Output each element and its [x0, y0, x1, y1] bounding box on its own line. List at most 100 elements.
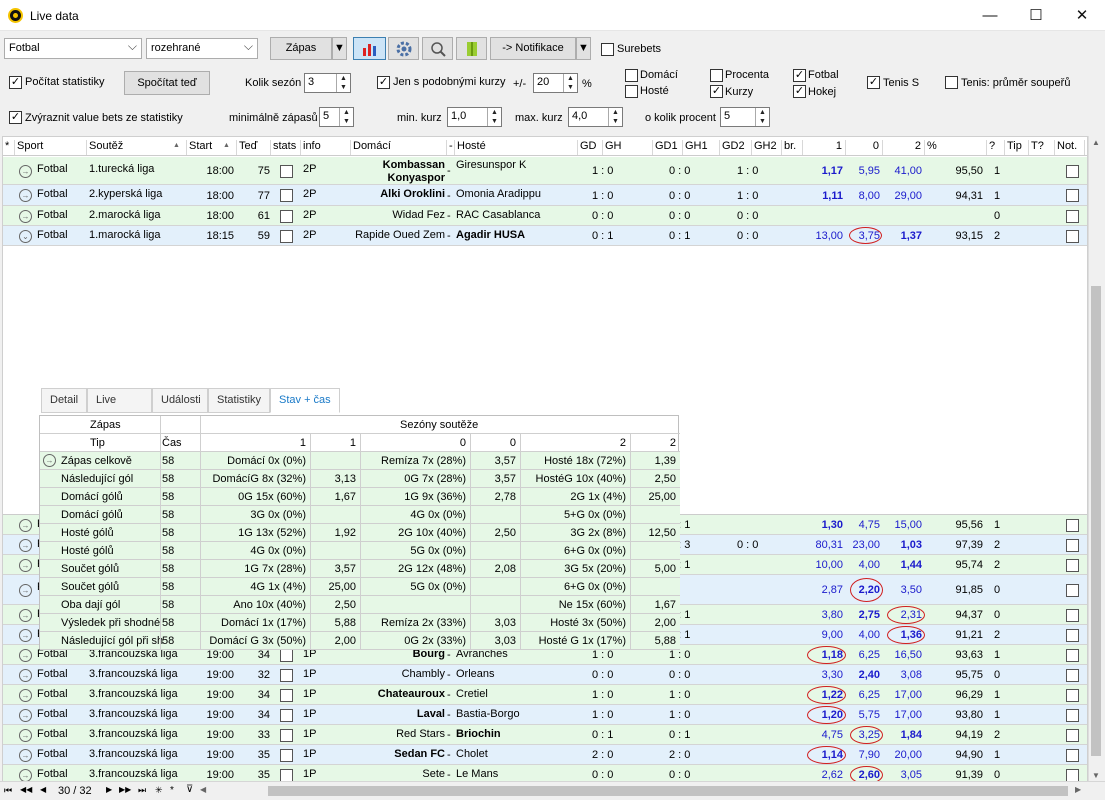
column-header-11[interactable]: GH — [603, 140, 653, 155]
column-header-24[interactable]: Not. — [1055, 140, 1085, 155]
stats-checkbox[interactable] — [280, 688, 293, 702]
spinner-icon[interactable]: ▲ ▼ — [755, 108, 769, 126]
kolik-sezon-input[interactable]: 3 ▲ ▼ — [304, 73, 351, 93]
notification-checkbox[interactable] — [1066, 558, 1079, 572]
column-header-16[interactable]: br. — [782, 140, 803, 155]
append-icon[interactable]: * — [170, 785, 174, 796]
notification-checkbox[interactable] — [1066, 209, 1079, 223]
column-header-14[interactable]: GD2 — [720, 140, 752, 155]
fotbal-checkbox[interactable]: ✓ — [793, 69, 806, 82]
zvyraznit-checkbox[interactable]: ✓ — [9, 111, 22, 124]
notification-checkbox[interactable] — [1066, 189, 1079, 202]
hscroll-left-icon[interactable]: ◀ — [200, 785, 208, 794]
scroll-thumb[interactable] — [1091, 286, 1101, 756]
horizontal-scroll-thumb[interactable] — [268, 786, 1068, 796]
stats-checkbox[interactable] — [280, 768, 293, 781]
minimize-button[interactable]: — — [967, 0, 1013, 31]
stats-checkbox[interactable] — [280, 189, 293, 202]
match-row[interactable]: → Fotbal 1.turecká liga 18:00 75 2P Kombassan … — [3, 157, 1087, 185]
notification-checkbox[interactable] — [1066, 608, 1079, 622]
first-page-icon[interactable]: ⏮ — [4, 785, 12, 796]
last-page-icon[interactable]: ⏭ — [138, 785, 146, 796]
maximize-button[interactable]: ☐ — [1013, 0, 1059, 31]
expand-row-icon[interactable]: → — [19, 164, 32, 178]
expand-row-icon[interactable]: → — [19, 708, 32, 722]
min-kurz-input[interactable]: 1,0 ▲ ▼ — [447, 107, 502, 127]
chart-icon[interactable] — [353, 37, 386, 60]
tab-live-kurzy[interactable]: Live kurzy — [87, 388, 152, 429]
column-header-2[interactable]: Soutěž — [87, 140, 187, 155]
expand-row-icon[interactable]: → — [19, 608, 32, 622]
stats-checkbox[interactable] — [280, 164, 293, 178]
match-row[interactable]: → Fotbal 2.marocká liga 18:00 61 2P Widad Fez -… — [3, 206, 1087, 226]
match-row[interactable]: → Fotbal 3.francouzská liga 19:00 33 1P Red St… — [3, 725, 1087, 745]
notification-checkbox[interactable] — [1066, 628, 1079, 642]
expand-row-icon[interactable]: → — [19, 583, 32, 597]
tenis-prumer-checkbox[interactable] — [945, 76, 958, 89]
notification-checkbox[interactable] — [1066, 518, 1079, 532]
scroll-down-icon[interactable]: ▼ — [1092, 771, 1100, 780]
column-header-5[interactable]: stats — [271, 140, 301, 155]
prev-page-icon[interactable]: ◀◀ — [20, 785, 32, 794]
match-row[interactable]: → Fotbal 2.kyperská liga 18:00 77 2P Alki Orok… — [3, 185, 1087, 206]
state-select[interactable]: rozehrané — [146, 38, 258, 59]
tab-ud-losti[interactable]: Události — [152, 388, 208, 413]
column-header-17[interactable]: 1 — [803, 140, 846, 155]
stats-checkbox[interactable] — [280, 748, 293, 762]
tab-detail[interactable]: Detail — [41, 388, 87, 413]
expand-row-icon[interactable]: → — [19, 668, 32, 682]
notifikace-button[interactable]: -> Notifikace — [490, 37, 576, 60]
spocitat-ted-button[interactable]: Spočítat teď — [124, 71, 210, 95]
notification-checkbox[interactable] — [1066, 538, 1079, 552]
plus-minus-input[interactable]: 20 ▲ ▼ — [533, 73, 578, 93]
vertical-scrollbar[interactable]: ▲ ▼ — [1088, 136, 1103, 782]
notification-checkbox[interactable] — [1066, 768, 1079, 781]
notification-checkbox[interactable] — [1066, 728, 1079, 742]
column-header-20[interactable]: % — [925, 140, 987, 155]
stats-checkbox[interactable] — [280, 668, 293, 682]
column-header-21[interactable]: ? — [987, 140, 1005, 155]
pocitat-statistiky-checkbox[interactable]: ✓ — [9, 76, 22, 89]
spinner-icon[interactable]: ▲ ▼ — [608, 108, 622, 126]
close-button[interactable]: ✕ — [1059, 0, 1105, 31]
search-tools-icon[interactable] — [422, 37, 453, 60]
expand-row-icon[interactable]: → — [19, 209, 32, 223]
stats-checkbox[interactable] — [280, 728, 293, 742]
expand-row-icon[interactable]: → — [19, 688, 32, 702]
max-kurz-input[interactable]: 4,0 ▲ ▼ — [568, 107, 623, 127]
tab-statistiky[interactable]: Statistiky — [208, 388, 270, 413]
scroll-up-icon[interactable]: ▲ — [1092, 138, 1100, 147]
notification-checkbox[interactable] — [1066, 688, 1079, 702]
stats-checkbox[interactable] — [280, 648, 293, 662]
column-header-10[interactable]: GD — [578, 140, 603, 155]
match-row[interactable]: → Fotbal 3.francouzská liga 19:00 35 1P Sedan … — [3, 745, 1087, 765]
next-page-icon[interactable]: ▶▶ — [119, 785, 131, 794]
expand-row-icon[interactable]: → — [19, 748, 32, 762]
column-header-18[interactable]: 0 — [846, 140, 883, 155]
tenis-s-checkbox[interactable]: ✓ — [867, 76, 880, 89]
column-header-19[interactable]: 2 — [883, 140, 925, 155]
column-header-0[interactable]: * — [3, 140, 15, 155]
hoste-checkbox[interactable] — [625, 85, 638, 98]
sport-select[interactable]: Fotbal — [4, 38, 142, 59]
expand-row-icon[interactable]: → — [19, 728, 32, 742]
notification-checkbox[interactable] — [1066, 648, 1079, 662]
column-header-23[interactable]: T? — [1029, 140, 1055, 155]
column-header-8[interactable]: - — [447, 140, 455, 155]
prev-record-icon[interactable]: ◀ — [40, 785, 46, 794]
column-header-7[interactable]: Domácí — [351, 140, 447, 155]
column-header-6[interactable]: info — [301, 140, 351, 155]
stats-checkbox[interactable] — [280, 229, 293, 243]
expand-row-icon[interactable]: → — [19, 628, 32, 642]
settings-gear-icon[interactable] — [388, 37, 419, 60]
notification-checkbox[interactable] — [1066, 229, 1079, 243]
next-record-icon[interactable]: ▶ — [106, 785, 112, 794]
column-header-22[interactable]: Tip — [1005, 140, 1029, 155]
domaci-checkbox[interactable] — [625, 69, 638, 82]
notification-checkbox[interactable] — [1066, 164, 1079, 178]
hscroll-right-icon[interactable]: ▶ — [1075, 785, 1081, 794]
notification-checkbox[interactable] — [1066, 748, 1079, 762]
match-row[interactable]: → Fotbal 3.francouzská liga 19:00 32 1P Chambl… — [3, 665, 1087, 685]
spinner-icon[interactable]: ▲ ▼ — [487, 108, 501, 126]
match-row[interactable]: ⌄ Fotbal 1.marocká liga 18:15 59 2P Rapide Oue… — [3, 226, 1087, 246]
